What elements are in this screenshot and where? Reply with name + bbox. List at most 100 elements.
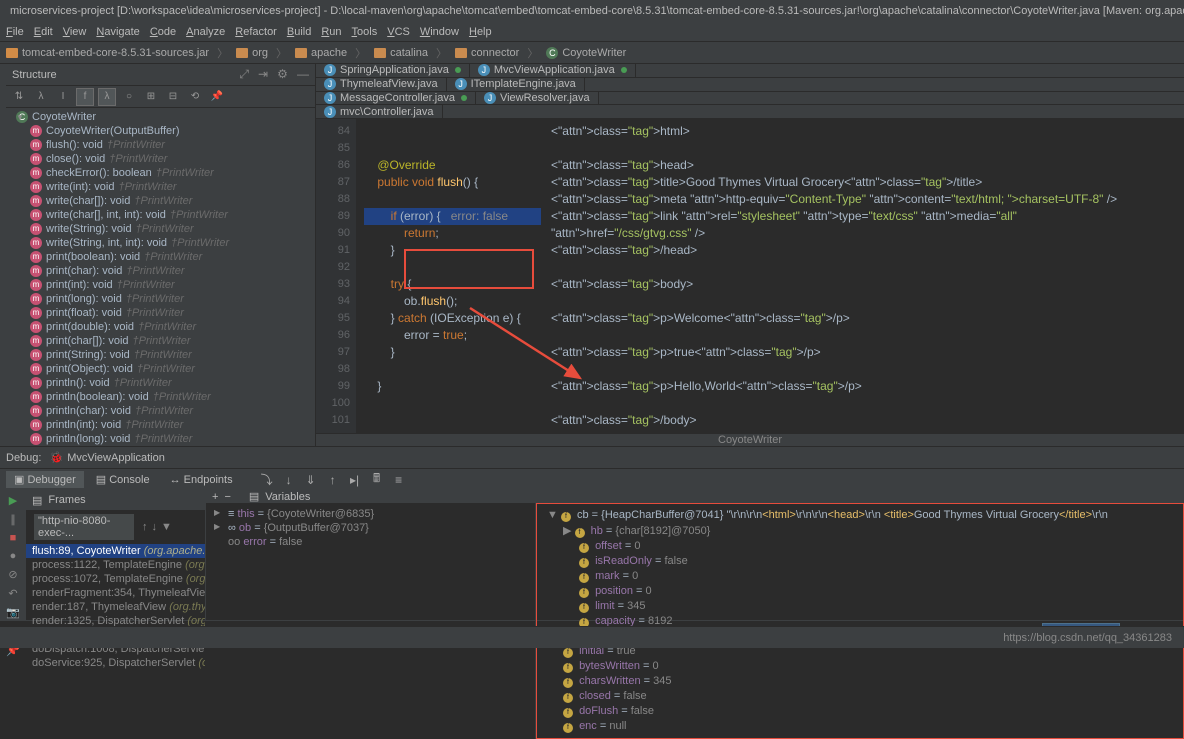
var-field[interactable]: f mark = 0: [543, 569, 1177, 584]
menu-window[interactable]: Window: [420, 26, 459, 38]
prev-frame-icon[interactable]: ↑: [142, 521, 148, 533]
breadcrumb-coyotewriter[interactable]: CCoyoteWriter: [546, 47, 626, 59]
filter-icon[interactable]: λ: [32, 88, 50, 106]
editor-tab[interactable]: JViewResolver.java: [476, 92, 599, 105]
breadcrumb-connector[interactable]: connector: [455, 47, 519, 59]
breadcrumb-org[interactable]: org: [236, 47, 268, 59]
stop-icon[interactable]: ■: [5, 532, 21, 544]
menu-view[interactable]: View: [63, 26, 87, 38]
menu-build[interactable]: Build: [287, 26, 311, 38]
more-icon[interactable]: ≡: [389, 473, 409, 487]
exp-icon[interactable]: ⊞: [142, 88, 160, 106]
structure-member[interactable]: mprint(boolean): void†PrintWriter: [6, 250, 315, 264]
editor-tab[interactable]: JMessageController.java: [316, 92, 476, 105]
var-field[interactable]: f offset = 0: [543, 539, 1177, 554]
resume-icon[interactable]: ▶: [5, 494, 21, 507]
structure-root[interactable]: ▼CCoyoteWriter: [6, 110, 315, 124]
remove-watch-icon[interactable]: −: [224, 491, 230, 503]
camera-icon[interactable]: 📷: [5, 606, 21, 619]
col-icon[interactable]: ⊟: [164, 88, 182, 106]
var-field[interactable]: f doFlush = false: [543, 704, 1177, 719]
breakpoints-icon[interactable]: ●: [5, 550, 21, 562]
menu-refactor[interactable]: Refactor: [235, 26, 277, 38]
menu-file[interactable]: File: [6, 26, 24, 38]
mute-icon[interactable]: ⊘: [5, 568, 21, 581]
var-field[interactable]: f isReadOnly = false: [543, 554, 1177, 569]
var-field[interactable]: f position = 0: [543, 584, 1177, 599]
var-field[interactable]: f enc = null: [543, 719, 1177, 734]
anon-icon[interactable]: λ: [98, 88, 116, 106]
editor-tab[interactable]: Jmvc\Controller.java: [316, 105, 443, 118]
breadcrumb-tomcat-embed-core-8.5.31-sources.jar[interactable]: tomcat-embed-core-8.5.31-sources.jar: [6, 47, 209, 59]
menu-analyze[interactable]: Analyze: [186, 26, 225, 38]
structure-member[interactable]: mclose(): void†PrintWriter: [6, 152, 315, 166]
structure-member[interactable]: mprint(long): void†PrintWriter: [6, 292, 315, 306]
structure-member[interactable]: mwrite(char[], int, int): void†PrintWrit…: [6, 208, 315, 222]
stack-frame[interactable]: process:1072, TemplateEngine (org.thyme: [26, 572, 205, 586]
filter-frames-icon[interactable]: ▼: [161, 521, 172, 533]
structure-member[interactable]: mprint(char[]): void†PrintWriter: [6, 334, 315, 348]
console-tab[interactable]: ▤ Console: [88, 471, 158, 488]
expand-icon[interactable]: ⤢: [239, 67, 249, 81]
variable[interactable]: ▶ ≡ this = {CoyoteWriter@6835}: [212, 507, 529, 521]
menu-navigate[interactable]: Navigate: [96, 26, 139, 38]
structure-member[interactable]: mprint(int): void†PrintWriter: [6, 278, 315, 292]
step-out-icon[interactable]: ↑: [323, 473, 343, 487]
structure-member[interactable]: mwrite(String): void†PrintWriter: [6, 222, 315, 236]
var-field[interactable]: ▶ f hb = {char[8192]@7050}: [543, 523, 1177, 539]
variable[interactable]: ▶ ∞ ob = {OutputBuffer@7037}: [212, 521, 529, 535]
debugger-tab[interactable]: ▣ Debugger: [6, 471, 84, 488]
structure-member[interactable]: mprint(Object): void†PrintWriter: [6, 362, 315, 376]
step-into-icon[interactable]: ↓: [279, 473, 299, 487]
editor-tab[interactable]: JMvcViewApplication.java: [470, 64, 636, 77]
inherited-icon[interactable]: I: [54, 88, 72, 106]
structure-member[interactable]: mprintln(int): void†PrintWriter: [6, 418, 315, 432]
menu-code[interactable]: Code: [150, 26, 176, 38]
structure-member[interactable]: mprint(float): void†PrintWriter: [6, 306, 315, 320]
structure-member[interactable]: mwrite(char[]): void†PrintWriter: [6, 194, 315, 208]
expanded-vars[interactable]: ▼ f cb = {HeapCharBuffer@7041} "\r\n\r\n…: [536, 503, 1184, 739]
pause-icon[interactable]: ∥: [5, 513, 21, 526]
breadcrumb-catalina[interactable]: catalina: [374, 47, 428, 59]
pin-icon[interactable]: 📌: [208, 88, 226, 106]
var-field[interactable]: f closed = false: [543, 689, 1177, 704]
stack-frame[interactable]: doService:925, DispatcherServlet (org.sp…: [26, 656, 205, 670]
stack-frame[interactable]: process:1122, TemplateEngine (org.thyme: [26, 558, 205, 572]
restore-icon[interactable]: ↶: [5, 587, 21, 600]
vis-icon[interactable]: ○: [120, 88, 138, 106]
breadcrumb-apache[interactable]: apache: [295, 47, 347, 59]
step-over-icon[interactable]: ⤵: [257, 471, 277, 488]
hide-icon[interactable]: —: [297, 67, 309, 81]
variable[interactable]: oo error = false: [212, 535, 529, 549]
structure-member[interactable]: mprint(String): void†PrintWriter: [6, 348, 315, 362]
auto-icon[interactable]: ⟲: [186, 88, 204, 106]
structure-member[interactable]: mprintln(long): void†PrintWriter: [6, 432, 315, 446]
fields-icon[interactable]: f: [76, 88, 94, 106]
menu-vcs[interactable]: VCS: [387, 26, 410, 38]
stack-frame[interactable]: flush:89, CoyoteWriter (org.apache.catal…: [26, 544, 205, 558]
structure-member[interactable]: mprint(double): void†PrintWriter: [6, 320, 315, 334]
structure-member[interactable]: mCoyoteWriter(OutputBuffer): [6, 124, 315, 138]
editor-tab[interactable]: JThymeleafView.java: [316, 78, 447, 91]
add-watch-icon[interactable]: +: [212, 491, 218, 503]
structure-member[interactable]: mwrite(String, int, int): void†PrintWrit…: [6, 236, 315, 250]
structure-member[interactable]: mwrite(int): void†PrintWriter: [6, 180, 315, 194]
editor-tab[interactable]: JSpringApplication.java: [316, 64, 470, 77]
stack-frame[interactable]: render:187, ThymeleafView (org.thymeleaf…: [26, 600, 205, 614]
code-editor[interactable]: 84858687888990919293949596979899100101 @…: [316, 119, 541, 433]
menu-help[interactable]: Help: [469, 26, 492, 38]
editor-tab[interactable]: JITemplateEngine.java: [447, 78, 585, 91]
structure-member[interactable]: mprintln(char): void†PrintWriter: [6, 404, 315, 418]
next-frame-icon[interactable]: ↓: [152, 521, 158, 533]
var-field[interactable]: f charsWritten = 345: [543, 674, 1177, 689]
structure-member[interactable]: mflush(): void†PrintWriter: [6, 138, 315, 152]
var-field[interactable]: f bytesWritten = 0: [543, 659, 1177, 674]
menu-tools[interactable]: Tools: [352, 26, 378, 38]
sort-icon[interactable]: ⇅: [10, 88, 28, 106]
endpoints-tab[interactable]: ↔ Endpoints: [162, 472, 241, 488]
force-into-icon[interactable]: ⇓: [301, 473, 321, 487]
menu-edit[interactable]: Edit: [34, 26, 53, 38]
eval-icon[interactable]: 🖩: [367, 469, 387, 490]
stack-frame[interactable]: renderFragment:354, ThymeleafView (org.t: [26, 586, 205, 600]
var-field[interactable]: f limit = 345: [543, 599, 1177, 614]
